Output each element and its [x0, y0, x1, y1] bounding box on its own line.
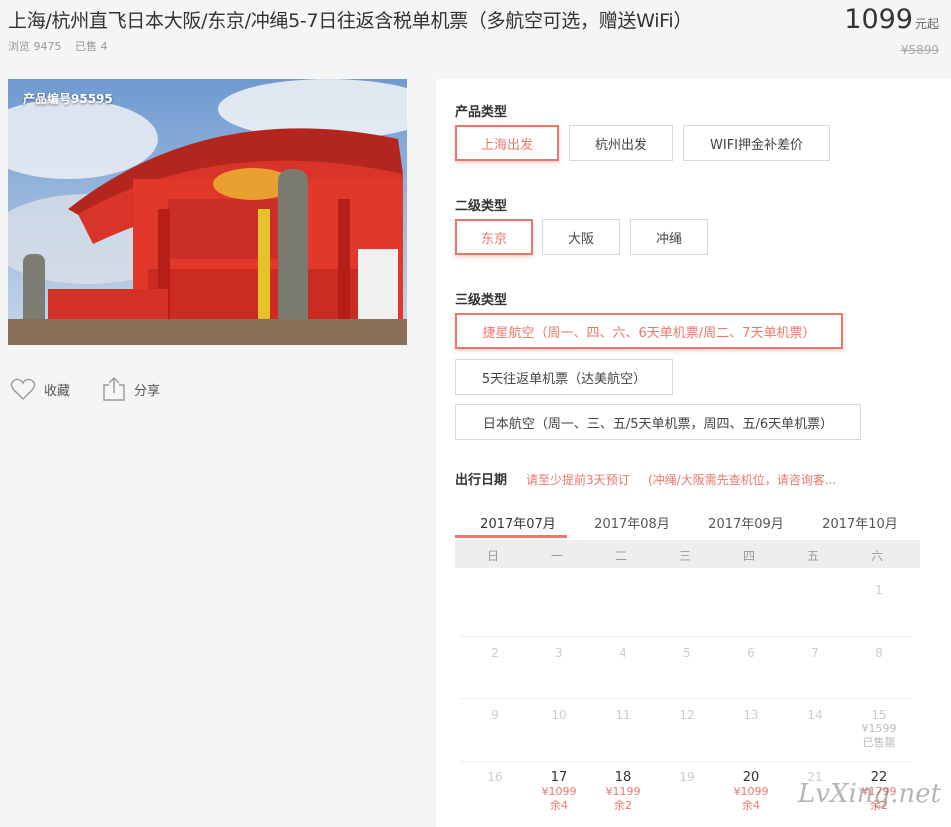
calendar-day-soldout: 15 ¥1599 已售罄	[847, 708, 911, 750]
tab-month-08[interactable]: 2017年08月	[577, 513, 687, 532]
share-label: 分享	[134, 383, 161, 399]
active-month-indicator	[455, 535, 567, 538]
calendar-day: 6	[747, 646, 755, 660]
product-photo: 产品编号95595	[8, 79, 407, 345]
share-icon	[103, 377, 125, 401]
option-hangzhou-departure[interactable]: 杭州出发	[569, 125, 673, 161]
subtype-label: 二级类型	[455, 199, 508, 214]
calendar-day: 13	[743, 708, 759, 722]
product-code: 产品编号95595	[23, 92, 113, 106]
option-delta[interactable]: 5天往返单机票（达美航空）	[455, 359, 673, 395]
watermark: LvXing.net	[797, 779, 941, 809]
day-stock: 余2	[614, 799, 632, 812]
option-okinawa[interactable]: 冲绳	[630, 219, 708, 255]
calendar-day: 1	[875, 583, 883, 597]
favorite-label: 收藏	[44, 383, 71, 399]
day-stock: 余4	[550, 799, 568, 812]
option-shanghai-departure[interactable]: 上海出发	[455, 125, 559, 161]
heart-icon	[10, 378, 36, 400]
booking-panel: 产品类型 上海出发 杭州出发 WIFI押金补差价 二级类型 东京 大阪 冲绳 三…	[436, 79, 951, 827]
favorite-button[interactable]: 收藏	[10, 377, 70, 401]
calendar-day-available[interactable]: 18 ¥1199 余2	[591, 770, 655, 813]
share-button[interactable]: 分享	[102, 376, 160, 402]
tab-month-09[interactable]: 2017年09月	[691, 513, 801, 532]
tertiary-type-label: 三级类型	[455, 293, 508, 308]
product-type-label: 产品类型	[455, 105, 508, 120]
original-price: ¥5899	[900, 43, 939, 57]
weekday: 四	[742, 549, 755, 563]
calendar-day: 5	[683, 646, 691, 660]
weekday: 五	[806, 549, 819, 563]
calendar-day: 11	[615, 708, 631, 722]
option-tokyo[interactable]: 东京	[455, 219, 533, 255]
calendar-day: 14	[807, 708, 823, 722]
option-jetstar[interactable]: 捷星航空（周一、四、六、6天单机票/周二、7天单机票）	[455, 313, 843, 349]
weekday: 二	[614, 549, 627, 563]
option-jal[interactable]: 日本航空（周一、三、五/5天单机票，周四、五/6天单机票）	[455, 404, 861, 440]
day-price: ¥1199	[605, 785, 641, 798]
calendar-divider	[461, 698, 911, 699]
calendar-day-available[interactable]: 17 ¥1099 余4	[527, 770, 591, 813]
calendar-day: 16	[487, 770, 503, 784]
price-block: 1099 元起	[844, 4, 939, 35]
day-price: ¥1099	[541, 785, 577, 798]
calendar-day: 12	[679, 708, 695, 722]
view-count: 浏览 9475	[8, 40, 62, 53]
weekday: 日	[486, 549, 499, 563]
calendar-day: 10	[551, 708, 567, 722]
day-price: ¥1599	[861, 722, 897, 735]
temple-illustration	[8, 79, 407, 345]
calendar-day: 8	[875, 646, 883, 660]
calendar-day: 4	[619, 646, 627, 660]
option-osaka[interactable]: 大阪	[542, 219, 620, 255]
sold-count: 已售 4	[75, 40, 108, 53]
calendar-divider	[461, 636, 911, 637]
calendar-day-available[interactable]: 20 ¥1099 余4	[719, 770, 783, 813]
calendar-day: 9	[491, 708, 499, 722]
weekday-header: 日 一 二 三 四 五 六	[455, 540, 920, 568]
calendar-day: 2	[491, 646, 499, 660]
product-title: 上海/杭州直飞日本大阪/东京/冲绳5-7日往返含税单机票（多航空可选，赠送WiF…	[8, 10, 693, 32]
travel-date-label: 出行日期	[455, 473, 508, 488]
calendar-day: 7	[811, 646, 819, 660]
day-stock: 已售罄	[862, 736, 896, 749]
day-stock: 余4	[742, 799, 760, 812]
price-value: 1099	[844, 4, 913, 35]
calendar-day: 19	[679, 770, 695, 784]
day-price: ¥1099	[733, 785, 769, 798]
option-wifi-deposit[interactable]: WIFI押金补差价	[683, 125, 830, 161]
okinawa-hint: (冲绳/大阪需先查机位，请咨询客...	[648, 473, 837, 487]
price-unit: 元起	[914, 17, 939, 31]
tab-month-10[interactable]: 2017年10月	[805, 513, 915, 532]
weekday: 六	[870, 549, 883, 563]
tab-month-07[interactable]: 2017年07月	[463, 513, 573, 532]
action-bar: 收藏 分享	[10, 376, 192, 402]
weekday: 一	[550, 549, 563, 563]
weekday: 三	[678, 549, 691, 563]
product-meta: 浏览 9475 已售 4	[8, 38, 118, 54]
calendar-day: 3	[555, 646, 563, 660]
calendar-divider	[461, 761, 911, 762]
booking-hint: 请至少提前3天预订	[526, 473, 630, 487]
